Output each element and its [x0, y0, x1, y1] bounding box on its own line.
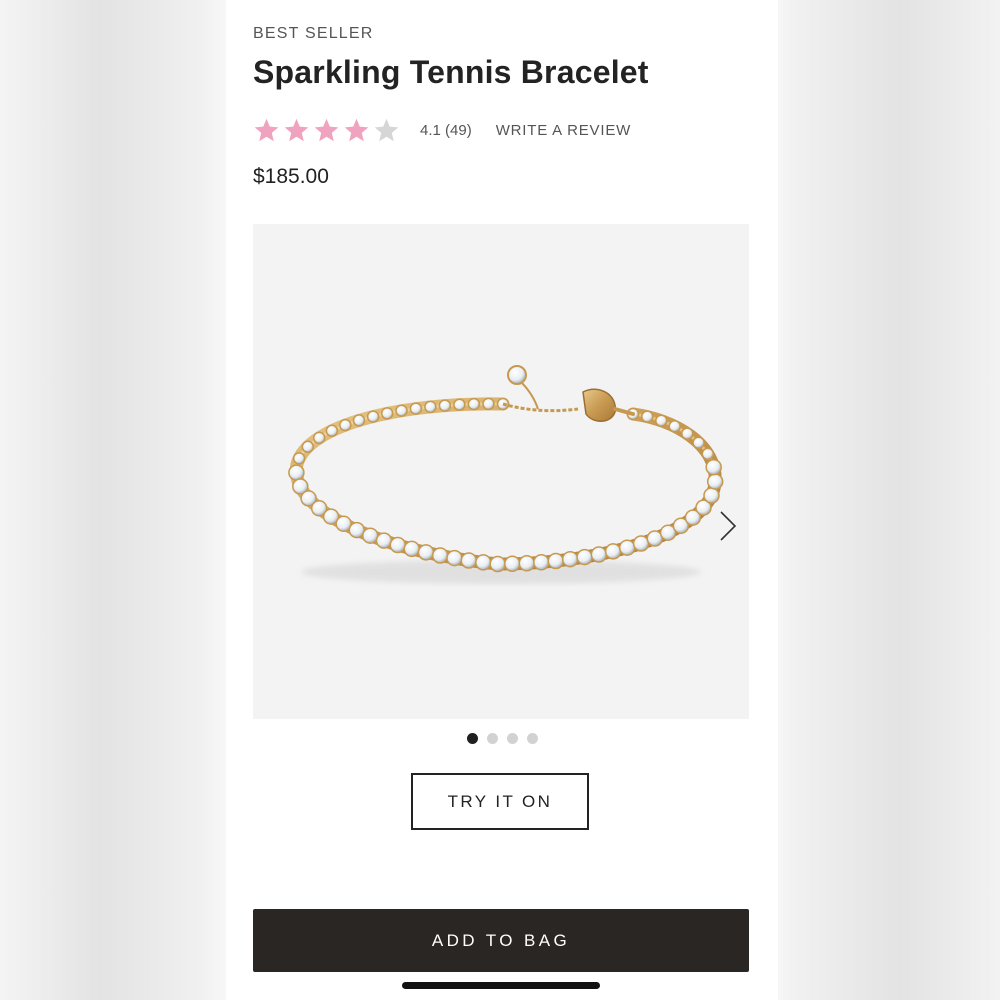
best-seller-badge: BEST SELLER — [253, 25, 374, 42]
star-filled-icon — [344, 118, 369, 141]
star-filled-icon — [284, 118, 309, 141]
try-it-on-button[interactable]: TRY IT ON — [411, 773, 589, 830]
gallery-dot[interactable] — [486, 733, 498, 744]
product-screen: BEST SELLER Sparkling Tennis Bracelet 4.… — [226, 0, 778, 1000]
star-empty-icon — [374, 118, 399, 141]
gallery-dot[interactable] — [506, 733, 518, 744]
rating-summary: 4.1 (49) — [420, 121, 472, 139]
gallery-dot[interactable] — [466, 733, 478, 744]
star-filled-icon — [254, 118, 279, 141]
gallery-dot[interactable] — [526, 733, 538, 744]
home-indicator — [402, 982, 600, 989]
bracelet-image — [288, 365, 724, 584]
write-review-link[interactable]: WRITE A REVIEW — [496, 122, 631, 139]
product-title: Sparkling Tennis Bracelet — [253, 54, 649, 90]
rating-row: 4.1 (49) WRITE A REVIEW — [253, 114, 631, 146]
add-to-bag-button[interactable]: ADD TO BAG — [253, 909, 749, 972]
chevron-right-icon[interactable] — [717, 509, 739, 543]
star-filled-icon — [314, 118, 339, 141]
product-price: $185.00 — [253, 165, 329, 188]
rating-stars[interactable] — [253, 117, 400, 144]
gallery-pagination — [226, 733, 778, 744]
product-image-gallery[interactable] — [253, 224, 749, 719]
